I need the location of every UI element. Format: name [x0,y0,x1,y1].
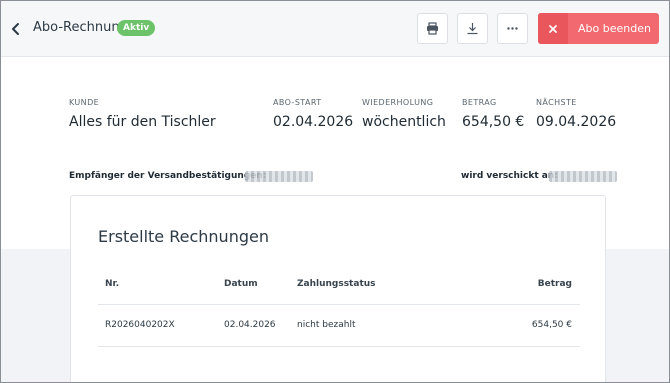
repeat-field: WIEDERHOLUNG wöchentlich [362,98,446,130]
customer-field: KUNDE Alles für den Tischler [69,98,216,130]
more-options-button[interactable] [497,13,528,44]
table-divider [98,346,580,347]
customer-label: KUNDE [69,98,100,107]
chevron-left-icon[interactable] [9,19,23,39]
end-subscription-label: Abo beenden [578,22,651,35]
table-divider [98,304,580,305]
next-field: NÄCHSTE 09.04.2026 [536,98,616,130]
sent-to-redacted [549,171,617,182]
start-label: ABO-START [273,98,322,107]
page-header: Abo-Rechnung Aktiv Abo beenden [1,1,669,57]
page-title: Abo-Rechnung [33,20,128,35]
next-value: 09.04.2026 [536,114,617,130]
cell-status: nicht bezahlt [297,320,356,330]
column-header-amount: Betrag [537,279,572,289]
repeat-label: WIEDERHOLUNG [362,98,434,107]
start-field: ABO-START 02.04.2026 [273,98,353,130]
download-button[interactable] [457,13,488,44]
amount-field: BETRAG 654,50 € [462,98,524,130]
app-window: Abo-Rechnung Aktiv Abo beenden KUNDE All… [0,0,670,383]
invoices-card: Erstellte Rechnungen Nr. Datum Zahlungss… [70,195,606,382]
column-header-status: Zahlungsstatus [297,279,376,289]
column-header-nr: Nr. [105,279,120,289]
invoices-title: Erstellte Rechnungen [98,227,269,246]
column-header-date: Datum [224,279,258,289]
more-horizontal-icon [507,27,518,30]
recipients-label: Empfänger der Versandbestätigungen: [69,171,267,181]
status-badge: Aktiv [117,20,156,36]
close-icon [538,13,568,44]
cell-nr: R2026040202X [105,320,175,330]
cell-amount: 654,50 € [531,320,572,330]
recipients-redacted [245,171,313,182]
amount-value: 654,50 € [462,114,525,130]
sent-to-label: wird verschickt an: [461,171,558,181]
printer-icon [427,22,438,35]
amount-label: BETRAG [462,98,497,107]
print-button[interactable] [417,13,448,44]
repeat-value: wöchentlich [362,114,446,130]
start-value: 02.04.2026 [273,114,354,130]
next-label: NÄCHSTE [536,98,577,107]
customer-value: Alles für den Tischler [69,114,216,130]
end-subscription-button[interactable]: Abo beenden [538,13,659,44]
download-icon [467,23,478,35]
cell-date: 02.04.2026 [224,320,276,330]
